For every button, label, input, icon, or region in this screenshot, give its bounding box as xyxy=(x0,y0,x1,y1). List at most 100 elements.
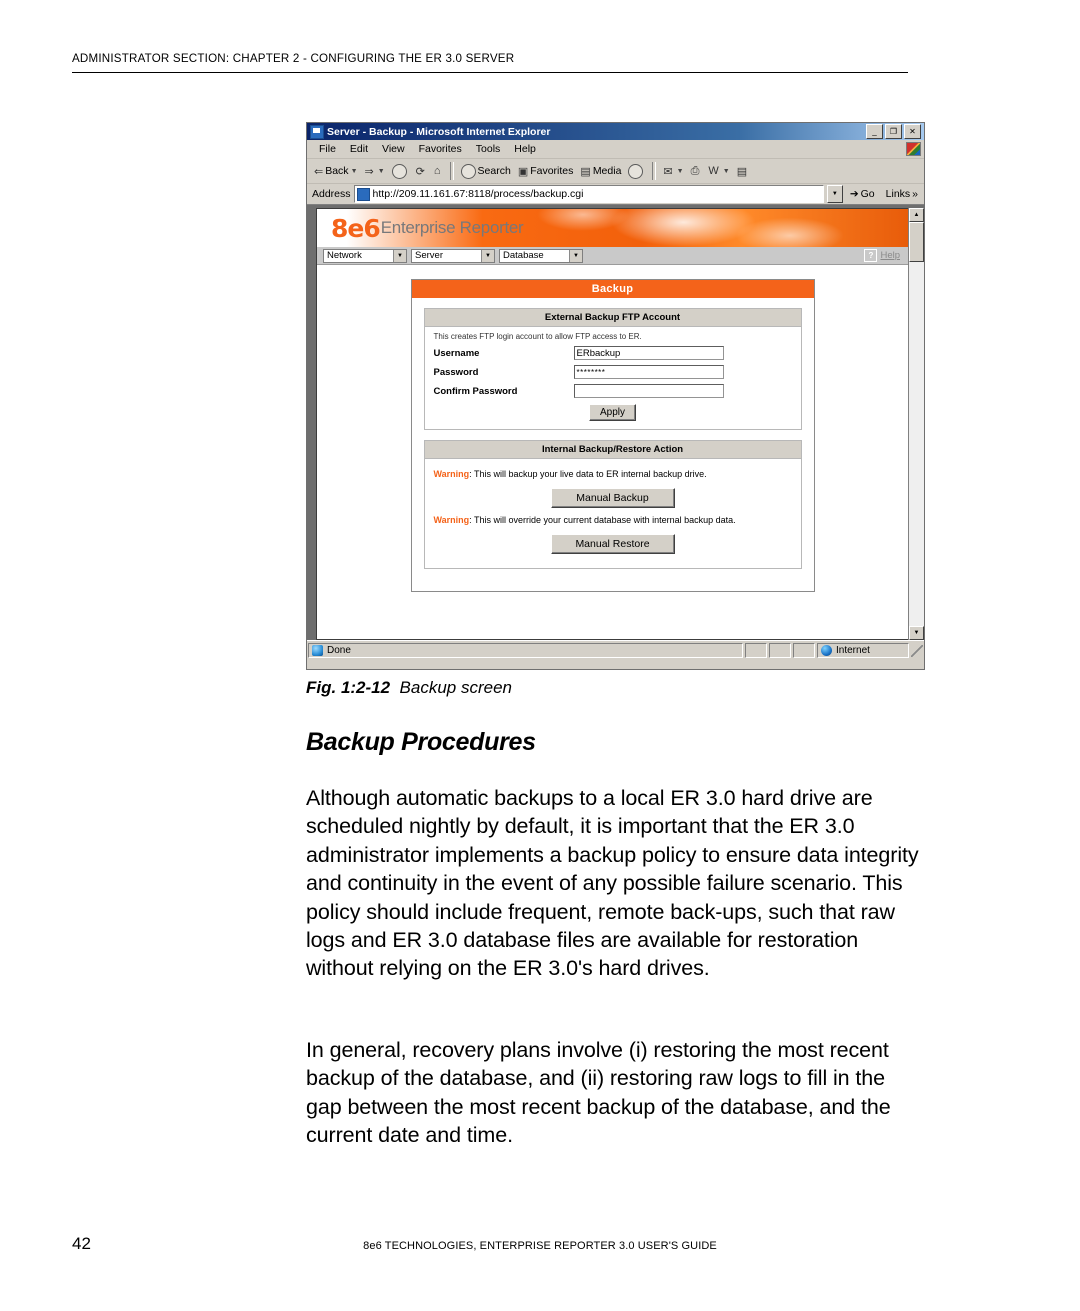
manual-restore-row: Manual Restore xyxy=(434,534,792,555)
favorites-label: Favorites xyxy=(530,165,574,177)
search-button[interactable]: Search xyxy=(458,161,514,181)
8e6-logo-icon: 8e6 xyxy=(331,213,381,243)
menu-item-file[interactable]: File xyxy=(312,143,343,155)
browser-title: Server - Backup - Microsoft Internet Exp… xyxy=(327,125,551,138)
back-label: Back xyxy=(325,165,349,177)
discuss-button[interactable]: ▤ xyxy=(734,161,752,181)
edit-button[interactable]: W ▼ xyxy=(705,161,732,181)
scrollbar-track[interactable] xyxy=(909,262,924,626)
close-button[interactable]: ✕ xyxy=(904,124,921,139)
discuss-icon: ▤ xyxy=(736,165,748,178)
minimize-button[interactable]: _ xyxy=(866,124,883,139)
username-row: Username ERbackup xyxy=(434,346,792,360)
maximize-button[interactable]: ❐ xyxy=(885,124,902,139)
backup-warning-text: Warning: This will backup your live data… xyxy=(434,468,792,480)
apply-button[interactable]: Apply xyxy=(588,404,636,421)
media-button[interactable]: ▤ Media xyxy=(577,161,624,181)
media-label: Media xyxy=(592,165,622,177)
home-icon: ⌂ xyxy=(433,165,441,177)
go-button[interactable]: ➔ Go xyxy=(846,188,879,200)
toolbar-separator-2 xyxy=(652,162,657,180)
home-button[interactable]: ⌂ xyxy=(431,161,446,181)
figure-caption-number: Fig. 1:2-12 xyxy=(306,678,391,697)
figure-caption-text: Backup screen xyxy=(399,678,512,697)
scroll-down-arrow-icon[interactable]: ▼ xyxy=(909,626,924,640)
status-message-panel: Done xyxy=(308,643,743,658)
app-page-body: Backup External Backup FTP Account This … xyxy=(317,265,908,621)
viewport-scrollbar[interactable]: ▲ ▼ xyxy=(908,208,924,640)
chevron-down-icon: ▼ xyxy=(377,167,385,175)
internal-section-heading: Internal Backup/Restore Action xyxy=(424,441,801,459)
figure-caption: Fig. 1:2-12 Backup screen xyxy=(306,678,512,698)
ftp-section-heading: External Backup FTP Account xyxy=(424,309,801,327)
internal-action-section: Internal Backup/Restore Action Warning: … xyxy=(423,440,802,570)
app-banner: 8e6 Enterprise Reporter xyxy=(317,209,908,247)
help-label: Help xyxy=(880,250,900,261)
browser-address-bar: Address http://209.11.161.67:8118/proces… xyxy=(307,184,924,205)
status-slot-1 xyxy=(745,643,767,658)
internet-globe-icon xyxy=(821,645,832,656)
browser-statusbar: Done Internet xyxy=(307,640,924,660)
scroll-up-arrow-icon[interactable]: ▲ xyxy=(909,208,924,222)
print-icon: ⎙ xyxy=(690,164,700,177)
go-label: Go xyxy=(860,188,875,200)
address-label: Address xyxy=(312,188,351,200)
restore-warning-text: Warning: This will override your current… xyxy=(434,514,792,526)
header-rule xyxy=(72,72,908,73)
menu-item-tools[interactable]: Tools xyxy=(469,143,508,155)
chevron-down-icon: ▼ xyxy=(393,249,406,262)
manual-restore-button[interactable]: Manual Restore xyxy=(550,534,675,555)
stop-button[interactable] xyxy=(389,161,412,181)
resize-grip-icon[interactable] xyxy=(911,644,923,657)
history-button[interactable] xyxy=(625,161,648,181)
nav-dropdown-database[interactable]: Database ▼ xyxy=(499,248,583,263)
menu-item-view[interactable]: View xyxy=(375,143,412,155)
forward-button[interactable]: ⇒ ▼ xyxy=(362,161,388,181)
security-zone-label: Internet xyxy=(836,645,870,656)
help-link[interactable]: ? Help xyxy=(864,249,900,262)
confirm-password-input[interactable] xyxy=(573,384,724,398)
backup-warning-body: : This will backup your live data to ER … xyxy=(469,469,707,479)
chevron-down-icon: ▼ xyxy=(350,167,358,175)
forward-arrow-icon: ⇒ xyxy=(364,165,374,178)
favorites-icon: ▣ xyxy=(517,165,529,178)
password-input[interactable]: ******** xyxy=(573,365,724,379)
nav-dropdown-server[interactable]: Server ▼ xyxy=(411,248,495,263)
confirm-password-row: Confirm Password xyxy=(434,384,792,398)
app-navbar: Network ▼ Server ▼ Database ▼ ? Help xyxy=(317,247,908,265)
window-controls: _ ❐ ✕ xyxy=(866,124,922,139)
scrollbar-thumb[interactable] xyxy=(909,222,924,262)
running-head-label: ADMINISTRATOR SECTION: CHAPTER 2 - CONFI… xyxy=(72,52,515,65)
menu-item-help[interactable]: Help xyxy=(507,143,543,155)
address-dropdown-button[interactable]: ▼ xyxy=(826,185,843,203)
ftp-account-section: External Backup FTP Account This creates… xyxy=(423,308,802,430)
history-icon xyxy=(628,163,644,179)
warning-label-restore: Warning xyxy=(433,515,470,526)
links-button[interactable]: Links » xyxy=(882,188,922,200)
question-mark-icon: ? xyxy=(864,249,878,262)
chevron-down-icon: ▼ xyxy=(569,249,582,262)
address-input[interactable]: http://209.11.161.67:8118/process/backup… xyxy=(353,185,824,203)
password-label: Password xyxy=(433,366,479,378)
warning-label-backup: Warning xyxy=(433,469,470,479)
page-favicon-icon xyxy=(356,187,370,201)
stop-icon xyxy=(391,163,407,179)
refresh-button[interactable]: ⟳ xyxy=(413,161,430,181)
back-button[interactable]: ⇐ Back ▼ xyxy=(311,161,361,181)
nav-dropdown-network[interactable]: Network ▼ xyxy=(323,248,407,263)
print-button[interactable]: ⎙ xyxy=(688,161,705,181)
confirm-password-label: Confirm Password xyxy=(433,385,518,397)
menu-item-favorites[interactable]: Favorites xyxy=(412,143,469,155)
go-arrow-icon: ➔ xyxy=(849,188,859,200)
menu-item-edit[interactable]: Edit xyxy=(343,143,375,155)
username-input[interactable]: ERbackup xyxy=(573,346,724,360)
favorites-button[interactable]: ▣ Favorites xyxy=(515,161,577,181)
manual-backup-button[interactable]: Manual Backup xyxy=(550,488,675,509)
footer-guide-title: 8e6 TECHNOLOGIES, ENTERPRISE REPORTER 3.… xyxy=(0,1237,1080,1252)
body-paragraph-2: In general, recovery plans involve (i) r… xyxy=(306,1038,891,1148)
panel-title: Backup xyxy=(411,280,814,298)
backup-panel: Backup External Backup FTP Account This … xyxy=(410,279,815,593)
restore-warning-body: : This will override your current databa… xyxy=(469,515,736,526)
mail-icon: ✉ xyxy=(663,165,673,178)
mail-button[interactable]: ✉ ▼ xyxy=(660,161,686,181)
